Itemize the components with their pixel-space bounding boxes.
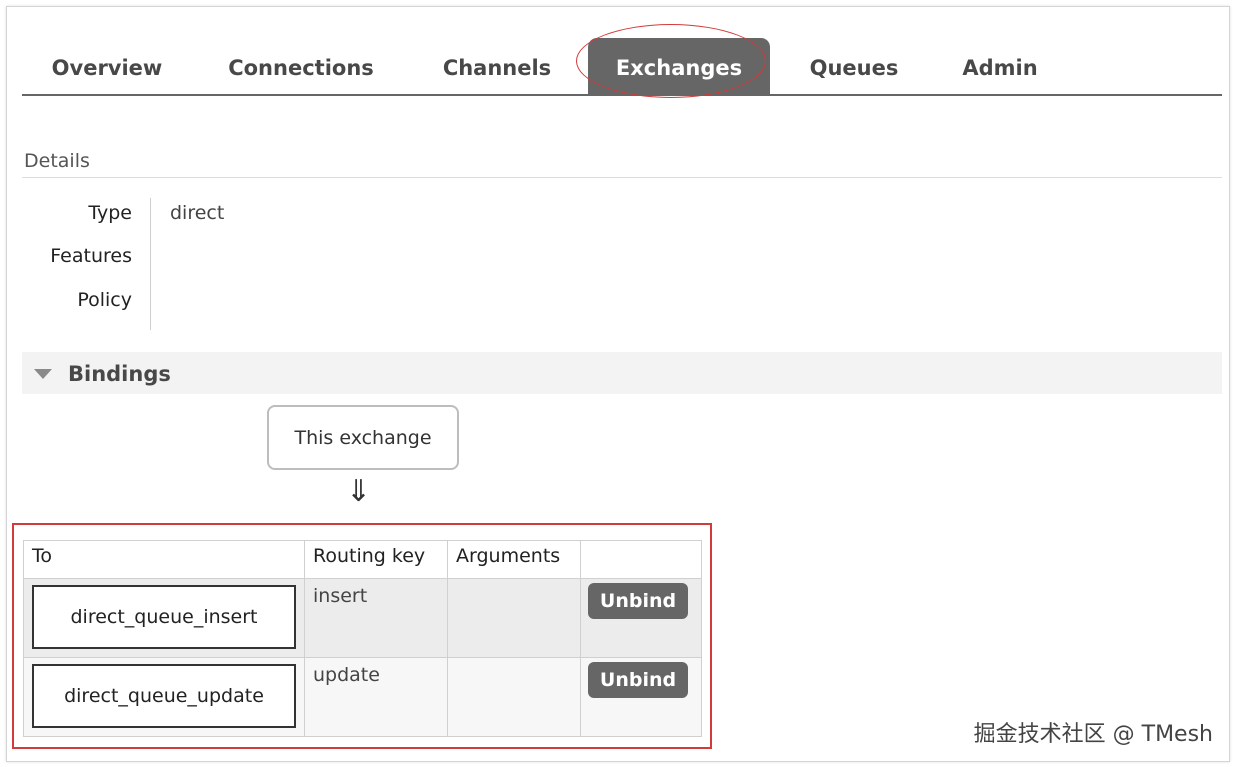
column-header-to: To	[23, 540, 305, 579]
cell-actions: Unbind	[580, 657, 702, 737]
cell-arguments	[447, 657, 581, 737]
table-row: direct_queue_update update Unbind	[23, 657, 702, 737]
bindings-table: To Routing key Arguments direct_queue_in…	[23, 540, 702, 737]
bindings-header[interactable]: Bindings	[22, 352, 1222, 394]
details-divider	[22, 177, 1222, 178]
down-arrow-icon: ⇓	[346, 474, 372, 509]
main-tabs: Overview Connections Channels Exchanges …	[22, 38, 1222, 96]
watermark: 掘金技术社区 @ TMesh	[973, 722, 1213, 747]
unbind-button[interactable]: Unbind	[588, 662, 688, 698]
this-exchange-box: This exchange	[267, 405, 459, 470]
routing-key-value: update	[313, 664, 380, 686]
tab-channels[interactable]: Channels	[430, 38, 564, 95]
table-row: direct_queue_insert insert Unbind	[23, 578, 702, 658]
unbind-button[interactable]: Unbind	[588, 583, 688, 619]
tab-admin[interactable]: Admin	[954, 38, 1046, 95]
cell-routing-key: insert	[304, 578, 448, 658]
bindings-title: Bindings	[68, 362, 171, 386]
queue-link[interactable]: direct_queue_insert	[32, 585, 296, 649]
tab-overview[interactable]: Overview	[36, 38, 178, 95]
detail-value-type: direct	[170, 202, 225, 224]
collapse-triangle-icon[interactable]	[34, 369, 52, 379]
cell-to: direct_queue_update	[23, 657, 305, 737]
cell-to: direct_queue_insert	[23, 578, 305, 658]
tab-connections[interactable]: Connections	[220, 38, 382, 95]
details-separator	[150, 198, 151, 330]
table-header-row: To Routing key Arguments	[23, 540, 702, 579]
tab-exchanges[interactable]: Exchanges	[588, 38, 770, 95]
column-header-actions	[580, 540, 702, 579]
detail-key-type: Type	[88, 202, 132, 224]
tabs-underline	[22, 94, 1222, 96]
cell-arguments	[447, 578, 581, 658]
routing-key-value: insert	[313, 585, 368, 607]
cell-actions: Unbind	[580, 578, 702, 658]
column-header-arguments: Arguments	[447, 540, 581, 579]
this-exchange-label: This exchange	[294, 426, 432, 449]
detail-key-features: Features	[50, 245, 132, 267]
cell-routing-key: update	[304, 657, 448, 737]
details-title: Details	[24, 150, 90, 172]
queue-link[interactable]: direct_queue_update	[32, 664, 296, 728]
column-header-routing-key: Routing key	[304, 540, 448, 579]
tab-queues[interactable]: Queues	[800, 38, 908, 95]
detail-key-policy: Policy	[77, 289, 132, 311]
